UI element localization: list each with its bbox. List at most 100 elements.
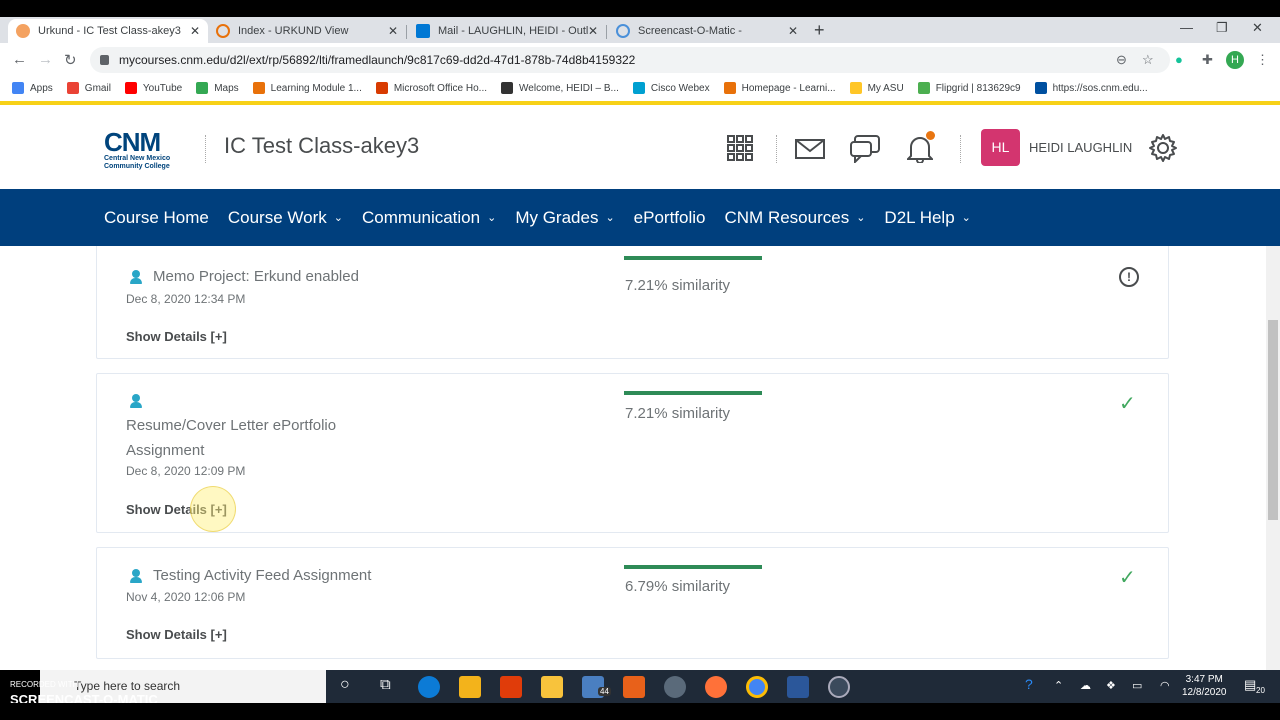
nav-communication[interactable]: Communication ⌄ xyxy=(362,208,496,228)
scroll-thumb[interactable] xyxy=(1268,320,1278,520)
help-icon[interactable]: ? xyxy=(1025,676,1033,692)
bookmark-item[interactable]: https://sos.cnm.edu... xyxy=(1034,82,1148,94)
file-explorer-icon[interactable] xyxy=(541,676,563,698)
reload-icon[interactable]: ↻ xyxy=(64,51,77,69)
app-bolt-icon[interactable] xyxy=(623,676,645,698)
office-icon[interactable] xyxy=(500,676,522,698)
word-icon[interactable] xyxy=(787,676,809,698)
screencast-icon[interactable] xyxy=(828,676,850,698)
course-header: CNM Central New Mexico Community College… xyxy=(0,105,1280,189)
similarity-score[interactable]: 6.79% similarity xyxy=(625,578,730,595)
zoom-icon[interactable]: ⊖ xyxy=(1116,52,1127,68)
task-view-icon[interactable]: ⧉ xyxy=(380,676,391,693)
close-icon[interactable]: ✕ xyxy=(388,24,398,38)
bookmark-item[interactable]: Maps xyxy=(196,82,239,94)
notification-dot xyxy=(926,131,935,140)
close-icon[interactable]: ✕ xyxy=(190,24,200,38)
bookmark-label: Apps xyxy=(30,82,53,94)
system-clock[interactable]: 3:47 PM 12/8/2020 xyxy=(1182,673,1227,699)
checkmark-icon: ✓ xyxy=(1119,393,1136,415)
tab-urkund[interactable]: Urkund - IC Test Class-akey3 ✕ xyxy=(8,19,208,43)
battery-icon[interactable]: ▭ xyxy=(1132,679,1142,692)
browser-toolbar: ← → ↻ mycourses.cnm.edu/d2l/ext/rp/56892… xyxy=(0,43,1280,76)
bookmark-label: Cisco Webex xyxy=(650,82,710,94)
bookmark-item[interactable]: Homepage - Learni... xyxy=(723,82,836,94)
bookmark-item[interactable]: Flipgrid | 813629c9 xyxy=(917,82,1021,94)
window-close-icon[interactable]: ✕ xyxy=(1252,20,1263,36)
gear-icon[interactable] xyxy=(1148,133,1178,163)
windows-taskbar: Type here to search ○ ⧉ 44 ? ⌃ ☁ ❖ ▭ ◠ 3… xyxy=(0,670,1280,703)
browser-tab-strip: Urkund - IC Test Class-akey3 ✕ Index - U… xyxy=(0,17,1280,43)
page-scrollbar[interactable] xyxy=(1266,246,1280,670)
similarity-score[interactable]: 7.21% similarity xyxy=(625,405,730,422)
mail-icon[interactable] xyxy=(795,139,825,159)
globe-icon[interactable] xyxy=(664,676,686,698)
cortana-icon[interactable]: ○ xyxy=(340,676,350,694)
store-icon[interactable] xyxy=(459,676,481,698)
nav-course-home[interactable]: Course Home xyxy=(104,208,209,228)
action-center-icon[interactable]: ▤ xyxy=(1244,677,1256,693)
close-icon[interactable]: ✕ xyxy=(588,24,598,38)
close-icon[interactable]: ✕ xyxy=(788,24,798,38)
extensions-icon[interactable]: ✚ xyxy=(1202,52,1213,68)
edge-icon[interactable] xyxy=(418,676,440,698)
tab-urkund-view[interactable]: Index - URKUND View ✕ xyxy=(208,19,406,43)
user-name[interactable]: HEIDI LAUGHLIN xyxy=(1029,140,1132,155)
bookmark-item[interactable]: Gmail xyxy=(66,82,111,94)
bookmark-star-icon[interactable]: ☆ xyxy=(1142,52,1154,68)
tab-divider xyxy=(406,25,407,39)
chevron-down-icon: ⌄ xyxy=(487,212,497,224)
bookmark-item[interactable]: My ASU xyxy=(849,82,904,94)
bookmark-favicon-icon xyxy=(12,82,24,94)
user-avatar[interactable]: HL xyxy=(981,129,1020,166)
course-title[interactable]: IC Test Class-akey3 xyxy=(224,133,419,159)
bookmark-label: YouTube xyxy=(142,82,183,94)
tab-title: Screencast-O-Matic - xyxy=(638,25,742,37)
submission-date: Dec 8, 2020 12:09 PM xyxy=(126,464,246,478)
warning-icon[interactable]: ! xyxy=(1119,267,1139,287)
bookmark-item[interactable]: Welcome, HEIDI – B... xyxy=(501,82,619,94)
lock-icon xyxy=(100,55,109,65)
divider xyxy=(960,135,961,163)
address-bar[interactable]: mycourses.cnm.edu/d2l/ext/rp/56892/lti/f… xyxy=(90,47,1170,73)
chat-icon[interactable] xyxy=(850,135,880,163)
tab-outlook-mail[interactable]: Mail - LAUGHLIN, HEIDI - Outlo ✕ xyxy=(408,19,606,43)
restore-icon[interactable]: ❐ xyxy=(1216,20,1228,36)
course-selector-grid-icon[interactable] xyxy=(727,135,753,161)
similarity-bar xyxy=(624,256,762,260)
back-icon[interactable]: ← xyxy=(12,51,27,68)
nav-course-work[interactable]: Course Work ⌄ xyxy=(228,208,343,228)
nav-my-grades[interactable]: My Grades ⌄ xyxy=(515,208,614,228)
menu-kebab-icon[interactable]: ⋮ xyxy=(1256,52,1269,68)
bookmark-item[interactable]: Apps xyxy=(12,82,53,94)
bookmark-item[interactable]: YouTube xyxy=(124,82,183,94)
clock-date: 12/8/2020 xyxy=(1182,687,1227,698)
show-details-link[interactable]: Show Details [+] xyxy=(126,627,227,642)
bookmark-item[interactable]: Microsoft Office Ho... xyxy=(375,82,487,94)
dropbox-icon[interactable]: ❖ xyxy=(1106,679,1116,692)
recorder-caption: RECORDED WITH xyxy=(10,680,79,689)
firefox-icon[interactable] xyxy=(705,676,727,698)
forward-icon[interactable]: → xyxy=(38,51,53,68)
show-details-link[interactable]: Show Details [+] xyxy=(126,329,227,344)
bookmark-favicon-icon xyxy=(723,82,736,94)
cloud-icon[interactable]: ☁ xyxy=(1080,679,1091,692)
chrome-icon[interactable] xyxy=(746,676,768,698)
similarity-score[interactable]: 7.21% similarity xyxy=(625,277,730,294)
cnm-logo[interactable]: CNM Central New Mexico Community College xyxy=(104,129,184,170)
tab-screencast[interactable]: Screencast-O-Matic - ✕ xyxy=(608,19,806,43)
mail-badge: 44 xyxy=(598,687,611,696)
new-tab-button[interactable]: + xyxy=(814,20,825,41)
nav-eportfolio[interactable]: ePortfolio xyxy=(634,208,706,228)
nav-d2l-help[interactable]: D2L Help ⌄ xyxy=(884,208,970,228)
bookmark-item[interactable]: Cisco Webex xyxy=(632,82,710,94)
wifi-icon[interactable]: ◠ xyxy=(1160,679,1170,692)
submission-title: Memo Project: Erkund enabled xyxy=(153,268,359,285)
nav-cnm-resources[interactable]: CNM Resources ⌄ xyxy=(725,208,866,228)
submission-card: Memo Project: Erkund enabled Dec 8, 2020… xyxy=(96,246,1169,359)
minimize-icon[interactable]: — xyxy=(1180,20,1193,35)
chevron-up-icon[interactable]: ⌃ xyxy=(1054,679,1063,692)
bookmark-item[interactable]: Learning Module 1... xyxy=(252,82,362,94)
profile-avatar[interactable]: H xyxy=(1226,51,1244,69)
grammarly-icon[interactable]: ● xyxy=(1175,52,1183,67)
